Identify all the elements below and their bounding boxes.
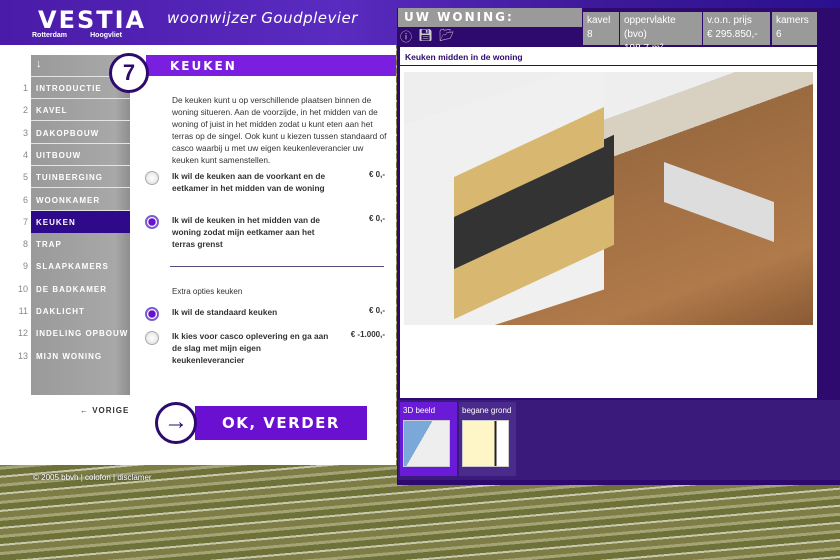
sidebar-item-de-badkamer[interactable]: DE BADKAMER xyxy=(31,278,130,300)
logo-left: Rotterdam xyxy=(32,32,68,39)
stat-label: oppervlakte (bvo) xyxy=(624,15,676,40)
sidebar-item-mijn-woning[interactable]: MIJN WONING xyxy=(31,345,130,367)
stat-label: kamers xyxy=(776,15,809,26)
step-number: 10 xyxy=(17,283,28,294)
arrow-right-icon: → xyxy=(155,402,197,444)
footer-links[interactable]: © 2005 bbvh | colofon | disclamer xyxy=(33,473,152,482)
sidebar-item-tuinberging[interactable]: TUINBERGING xyxy=(31,166,130,189)
option-label: Ik kies voor casco oplevering en ga aan … xyxy=(172,331,329,365)
step-number: 12 xyxy=(17,328,28,339)
sidebar-item-trap[interactable]: TRAP xyxy=(31,233,130,255)
sidebar-item-dakopbouw[interactable]: DAKOPBOUW xyxy=(31,122,130,144)
stat-prijs: v.o.n. prijs € 295.850,- xyxy=(703,12,770,45)
option-price: € 0,- xyxy=(368,170,385,179)
save-icon[interactable]: 💾︎ xyxy=(418,28,433,45)
radio-button-selected[interactable] xyxy=(145,215,159,229)
option-casco[interactable]: Ik kies voor casco oplevering en ga aan … xyxy=(145,330,385,366)
open-folder-icon[interactable]: 📂︎ xyxy=(439,28,454,45)
sidebar-item-slaapkamers[interactable]: SLAAPKAMERS xyxy=(31,255,130,277)
step-number: 3 xyxy=(22,127,28,138)
stat-value: € 295.850,- xyxy=(707,29,758,40)
radio-button-selected[interactable] xyxy=(145,307,159,321)
thumbnail-3d xyxy=(403,420,450,467)
step-number-badge: 7 xyxy=(109,53,149,93)
section-title: KEUKEN xyxy=(146,55,396,76)
sidebar-item-daklicht[interactable]: DAKLICHT xyxy=(31,300,130,322)
step-number: 4 xyxy=(22,149,28,160)
intro-text: De keuken kunt u op verschillende plaats… xyxy=(172,95,387,165)
option-label: Ik wil de keuken aan de voorkant en de e… xyxy=(172,171,326,193)
vestia-logo[interactable]: VESTIA xyxy=(38,6,146,34)
info-icon[interactable]: ⓘ xyxy=(400,28,412,45)
stat-oppervlakte: oppervlakte (bvo)198,7 m² xyxy=(620,12,702,54)
step-number: 9 xyxy=(22,261,28,272)
divider xyxy=(400,65,817,66)
thumbnail-floorplan xyxy=(462,420,509,467)
step-number: 13 xyxy=(17,350,28,361)
woning-title: UW WONING: xyxy=(398,8,582,27)
extra-options-label: Extra opties keuken xyxy=(172,287,243,296)
logo-right: Hoogvliet xyxy=(90,32,122,39)
view-floorplan[interactable]: begane grond xyxy=(459,402,516,476)
option-label: Ik wil de standaard keuken xyxy=(172,307,278,317)
kitchen-3d-render xyxy=(404,72,813,325)
divider xyxy=(170,266,384,267)
stat-kamers: kamers 6 xyxy=(772,12,817,45)
option-label: Ik wil de keuken in het midden van de wo… xyxy=(172,215,320,249)
radio-button[interactable] xyxy=(145,171,159,185)
option-kitchen-front[interactable]: Ik wil de keuken aan de voorkant en de e… xyxy=(145,170,385,194)
option-kitchen-middle[interactable]: Ik wil de keuken in het midden van de wo… xyxy=(145,214,385,250)
option-price: € 0,- xyxy=(368,306,385,315)
stat-label: kavel xyxy=(587,15,611,26)
view-label: begane grond xyxy=(462,406,512,415)
previous-button[interactable]: ← VORIGE xyxy=(80,406,129,415)
view-3d[interactable]: 3D beeld xyxy=(400,402,457,476)
stat-kavel: kavel 8 xyxy=(583,12,619,45)
app-title: woonwijzer Goudplevier xyxy=(167,9,358,27)
sidebar-item-uitbouw[interactable]: UITBOUW xyxy=(31,144,130,166)
sidebar-item-kavel[interactable]: KAVEL xyxy=(31,99,130,122)
radio-button[interactable] xyxy=(145,331,159,345)
option-price: € 0,- xyxy=(368,214,385,223)
step-number: 5 xyxy=(22,172,28,183)
option-standard-kitchen[interactable]: Ik wil de standaard keuken € 0,- xyxy=(145,306,385,321)
sidebar-item-indeling-opbouw[interactable]: INDELING OPBOUW xyxy=(31,322,130,344)
stat-value: 6 xyxy=(776,29,782,40)
option-price: € -1.000,- xyxy=(350,330,385,339)
view-label: 3D beeld xyxy=(403,406,436,415)
sidebar-item-woonkamer[interactable]: WOONKAMER xyxy=(31,189,130,211)
step-number: 8 xyxy=(22,239,28,250)
step-number: 7 xyxy=(22,216,28,227)
view-caption: Keuken midden in de woning xyxy=(405,52,523,62)
stat-value: 8 xyxy=(587,29,593,40)
step-number: 11 xyxy=(18,306,28,316)
next-button[interactable]: OK, VERDER → xyxy=(155,402,367,444)
next-button-label: OK, VERDER xyxy=(195,406,367,440)
stat-label: v.o.n. prijs xyxy=(707,15,752,26)
logo-subtitle: Rotterdam Hoogvliet xyxy=(32,32,122,39)
step-number: 2 xyxy=(22,105,28,116)
step-number: 6 xyxy=(22,194,28,205)
sidebar-item-keuken[interactable]: KEUKEN xyxy=(31,210,130,233)
step-number: 1 xyxy=(22,83,28,93)
